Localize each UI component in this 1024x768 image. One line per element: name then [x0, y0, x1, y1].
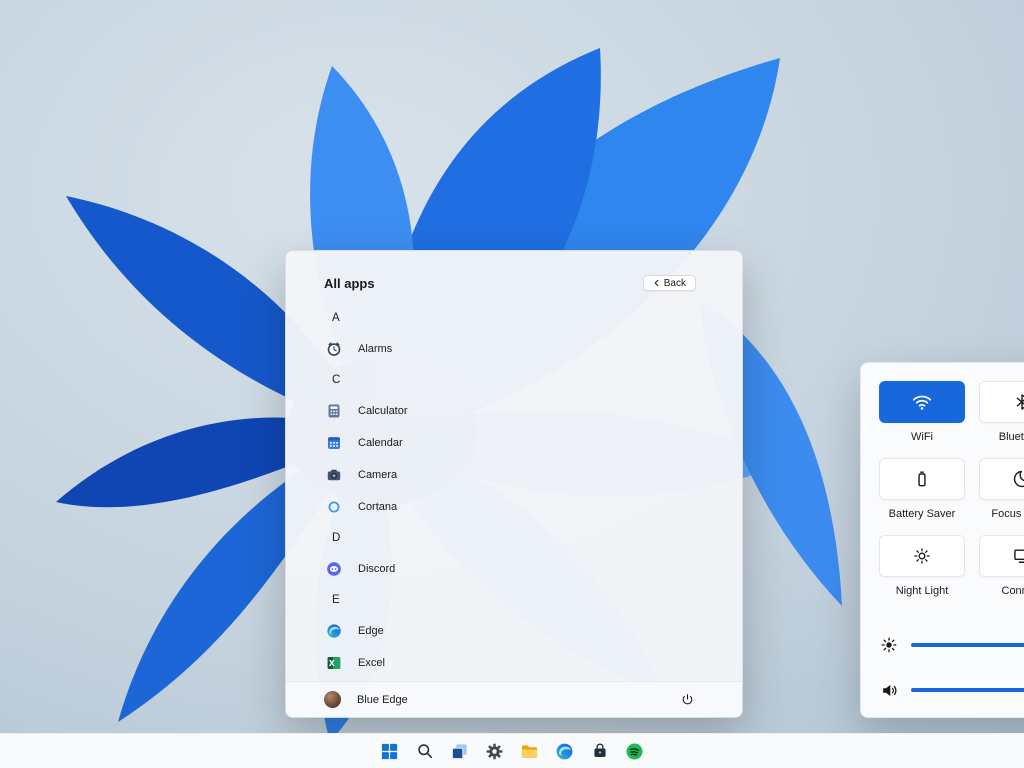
start-menu-all-apps: All apps Back A Alarms [285, 250, 743, 718]
brightness-icon [879, 636, 899, 654]
camera-icon [326, 467, 342, 483]
battery-saver-icon [912, 469, 932, 489]
calendar-icon [326, 435, 342, 451]
connect-item: Connect [979, 535, 1024, 599]
focus-assist-item: Focus assist [979, 458, 1024, 522]
app-row-discord[interactable]: Discord [324, 553, 722, 585]
app-row-edge[interactable]: Edge [324, 615, 722, 647]
discord-icon [326, 561, 342, 577]
bluetooth-icon [1012, 392, 1024, 412]
wifi-item: WiFi [879, 381, 965, 445]
night-light-item: Night Light [879, 535, 965, 599]
store-icon [591, 742, 609, 760]
section-letter-a[interactable]: A [324, 303, 722, 333]
search-button[interactable] [414, 741, 435, 762]
night-light-button[interactable] [879, 535, 965, 577]
connect-button[interactable] [979, 535, 1024, 577]
search-icon [416, 742, 434, 760]
app-label-discord: Discord [358, 563, 395, 575]
avatar [324, 691, 341, 708]
desktop: All apps Back A Alarms [0, 0, 1024, 768]
wifi-button[interactable] [879, 381, 965, 423]
cortana-icon [326, 499, 342, 515]
app-row-excel[interactable]: X Excel [324, 647, 722, 679]
section-letter-c[interactable]: C [324, 365, 722, 395]
section-letter-d[interactable]: D [324, 523, 722, 553]
night-light-label: Night Light [896, 585, 949, 599]
task-view-button[interactable] [449, 741, 470, 762]
quick-settings-panel: WiFi Bluetooth [860, 362, 1024, 718]
night-light-icon [912, 546, 932, 566]
user-profile[interactable]: Blue Edge [324, 691, 408, 708]
all-apps-header: All apps Back [286, 251, 742, 295]
bluetooth-item: Bluetooth [979, 381, 1024, 445]
excel-icon: X [326, 655, 342, 671]
user-name: Blue Edge [357, 694, 408, 706]
all-apps-title: All apps [324, 276, 375, 291]
brightness-slider[interactable] [911, 643, 1024, 647]
settings-gear-icon [485, 742, 504, 761]
app-label-cortana: Cortana [358, 501, 397, 513]
wifi-label: WiFi [911, 431, 933, 445]
quick-settings-grid: WiFi Bluetooth [879, 381, 1024, 599]
connect-icon [1012, 546, 1024, 566]
bluetooth-button[interactable] [979, 381, 1024, 423]
app-row-calendar[interactable]: Calendar [324, 427, 722, 459]
focus-assist-icon [1012, 469, 1024, 489]
svg-text:X: X [329, 659, 335, 668]
app-label-calendar: Calendar [358, 437, 403, 449]
section-letter-e[interactable]: E [324, 585, 722, 615]
file-explorer-button[interactable] [519, 741, 540, 762]
settings-button[interactable] [484, 741, 505, 762]
battery-saver-button[interactable] [879, 458, 965, 500]
file-explorer-icon [520, 742, 539, 761]
app-label-edge: Edge [358, 625, 384, 637]
focus-assist-button[interactable] [979, 458, 1024, 500]
app-row-camera[interactable]: Camera [324, 459, 722, 491]
app-row-alarms[interactable]: Alarms [324, 333, 722, 365]
spotify-button[interactable] [624, 741, 645, 762]
app-row-calculator[interactable]: Calculator [324, 395, 722, 427]
calculator-icon [326, 403, 342, 419]
app-label-excel: Excel [358, 657, 385, 669]
task-view-icon [450, 742, 469, 761]
taskbar [0, 733, 1024, 768]
edge-icon [555, 742, 574, 761]
alarms-icon [326, 341, 342, 357]
focus-assist-label: Focus assist [991, 508, 1024, 522]
store-button[interactable] [589, 741, 610, 762]
wifi-icon [911, 391, 933, 413]
volume-icon [879, 681, 899, 700]
app-label-alarms: Alarms [358, 343, 392, 355]
chevron-left-icon [653, 279, 660, 287]
power-icon [681, 693, 694, 706]
power-button[interactable] [677, 689, 698, 710]
bluetooth-label: Bluetooth [999, 431, 1024, 445]
app-label-camera: Camera [358, 469, 397, 481]
battery-saver-label: Battery Saver [889, 508, 956, 522]
connect-label: Connect [1002, 585, 1024, 599]
back-label: Back [664, 278, 686, 289]
start-icon [380, 742, 399, 761]
start-button[interactable] [379, 741, 400, 762]
back-button[interactable]: Back [643, 275, 696, 291]
volume-slider-row [879, 678, 1024, 702]
app-row-cortana[interactable]: Cortana [324, 491, 722, 523]
battery-saver-item: Battery Saver [879, 458, 965, 522]
app-list: A Alarms C [286, 295, 742, 681]
quick-settings-sliders [879, 633, 1024, 723]
brightness-slider-row [879, 633, 1024, 657]
start-menu-footer: Blue Edge [286, 681, 742, 717]
edge-button[interactable] [554, 741, 575, 762]
edge-icon [326, 623, 342, 639]
app-label-calculator: Calculator [358, 405, 408, 417]
volume-slider[interactable] [911, 688, 1024, 692]
spotify-icon [625, 742, 644, 761]
